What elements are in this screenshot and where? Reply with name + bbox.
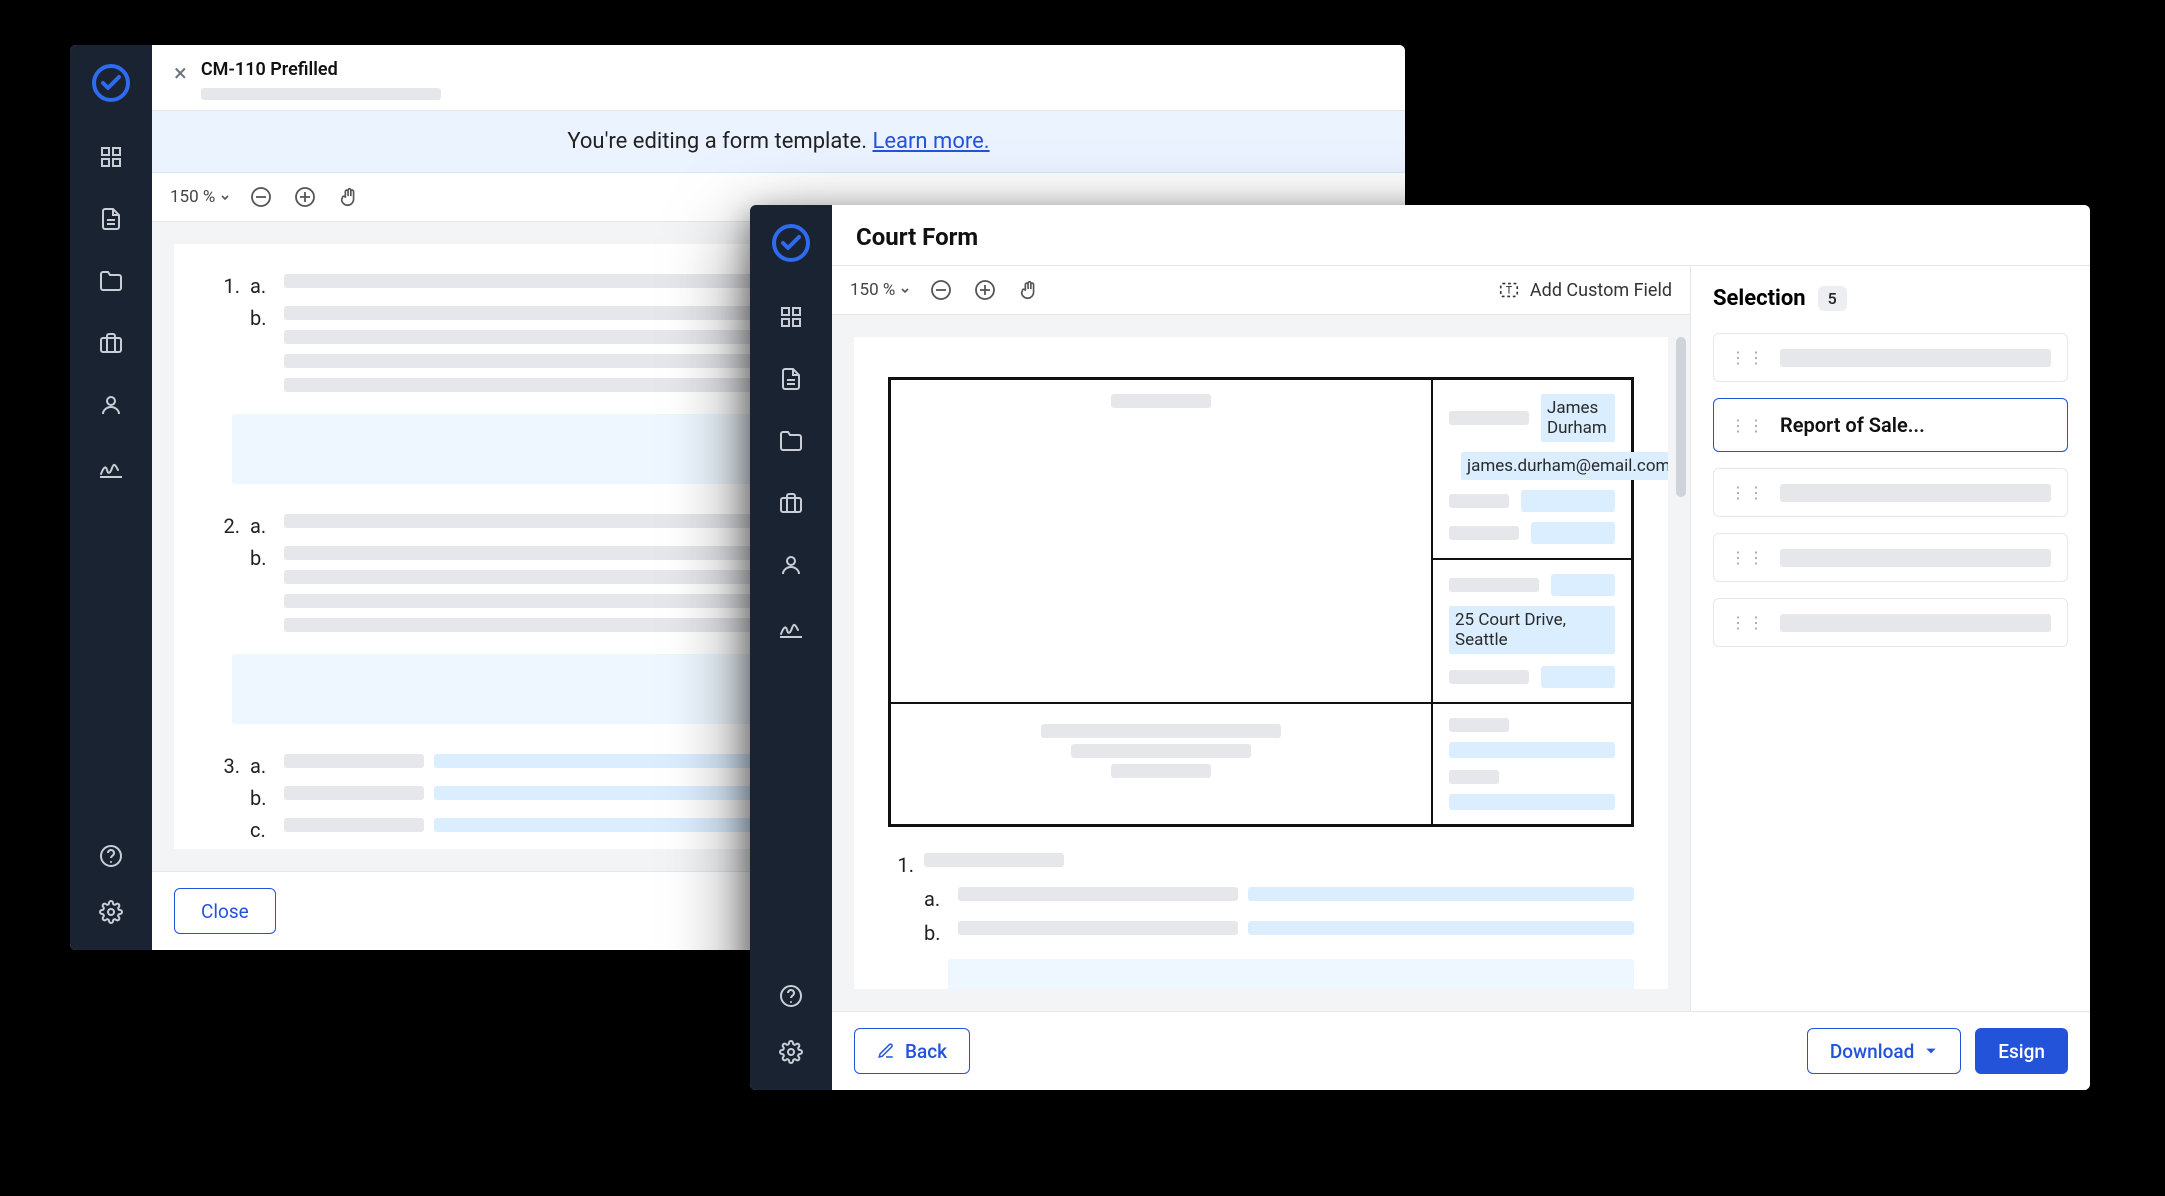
case-number-cell bbox=[890, 379, 1432, 703]
document-icon[interactable] bbox=[777, 365, 805, 393]
selection-item[interactable]: ⋮⋮ bbox=[1713, 598, 2068, 647]
settings-icon[interactable] bbox=[777, 1038, 805, 1066]
form-toolbar: 150 % T Add Custom Field bbox=[832, 266, 1690, 315]
party-info-cell: James Durham james.durham@email.com bbox=[1432, 379, 1632, 559]
back-button[interactable]: Back bbox=[854, 1028, 970, 1074]
form-page: James Durham james.durham@email.com bbox=[854, 337, 1668, 989]
zoom-in-icon[interactable] bbox=[291, 183, 319, 211]
field-placeholder[interactable] bbox=[1531, 522, 1615, 544]
folder-icon[interactable] bbox=[777, 427, 805, 455]
field-placeholder[interactable] bbox=[1521, 490, 1615, 512]
field-placeholder[interactable] bbox=[1449, 742, 1615, 758]
selection-item-placeholder bbox=[1780, 349, 2051, 367]
zoom-in-icon[interactable] bbox=[971, 276, 999, 304]
folder-icon[interactable] bbox=[97, 267, 125, 295]
list-sub: a. bbox=[250, 514, 274, 538]
list-sub: a. bbox=[924, 887, 948, 911]
selection-item-placeholder bbox=[1780, 484, 2051, 502]
list-sub: a. bbox=[250, 754, 274, 778]
help-icon[interactable] bbox=[97, 842, 125, 870]
field-placeholder[interactable] bbox=[1449, 794, 1615, 810]
close-button[interactable]: Close bbox=[174, 888, 276, 934]
hearing-date-cell bbox=[1432, 703, 1632, 825]
sidebar bbox=[750, 205, 832, 1090]
list-sub: b. bbox=[250, 546, 274, 570]
selection-item[interactable]: ⋮⋮ bbox=[1713, 533, 2068, 582]
banner-text: You're editing a form template. bbox=[567, 129, 872, 154]
info-banner: You're editing a form template. Learn mo… bbox=[152, 111, 1405, 173]
add-custom-field-button[interactable]: T Add Custom Field bbox=[1498, 279, 1672, 301]
selection-title: Selection bbox=[1713, 286, 1806, 311]
settings-icon[interactable] bbox=[97, 898, 125, 926]
court-address-field[interactable]: 25 Court Drive, Seattle bbox=[1449, 606, 1615, 654]
pan-hand-icon[interactable] bbox=[335, 183, 363, 211]
selection-item[interactable]: ⋮⋮ Report of Sale... bbox=[1713, 398, 2068, 452]
template-title: CM-110 Prefilled bbox=[201, 59, 441, 80]
sidebar bbox=[70, 45, 152, 950]
list-number: 2. bbox=[214, 514, 240, 538]
signature-icon[interactable] bbox=[97, 453, 125, 481]
zoom-dropdown[interactable]: 150 % bbox=[170, 187, 231, 207]
pan-hand-icon[interactable] bbox=[1015, 276, 1043, 304]
form-title: Court Form bbox=[856, 223, 2066, 251]
zoom-out-icon[interactable] bbox=[247, 183, 275, 211]
scrollbar[interactable] bbox=[1676, 337, 1686, 497]
court-form-grid: James Durham james.durham@email.com bbox=[888, 377, 1634, 827]
case-title-cell bbox=[890, 703, 1432, 825]
list-sub: a. bbox=[250, 274, 274, 298]
party-name-field[interactable]: James Durham bbox=[1541, 394, 1615, 442]
drag-handle-icon[interactable]: ⋮⋮ bbox=[1730, 416, 1766, 435]
selection-item-label: Report of Sale... bbox=[1780, 413, 2051, 437]
list-number: 3. bbox=[214, 754, 240, 778]
list-sub: b. bbox=[250, 786, 274, 810]
help-icon[interactable] bbox=[777, 982, 805, 1010]
list-sub: b. bbox=[250, 306, 274, 330]
field-placeholder[interactable] bbox=[1541, 666, 1615, 688]
form-header: Court Form bbox=[832, 205, 2090, 266]
svg-text:T: T bbox=[1506, 285, 1513, 297]
briefcase-icon[interactable] bbox=[97, 329, 125, 357]
app-logo-icon bbox=[771, 223, 811, 263]
dashboard-icon[interactable] bbox=[97, 143, 125, 171]
fillable-area[interactable] bbox=[948, 959, 1634, 989]
selection-panel: Selection 5 ⋮⋮ ⋮⋮ Report of Sale... ⋮⋮ ⋮⋮ ⋮⋮ bbox=[1690, 266, 2090, 1011]
person-icon[interactable] bbox=[97, 391, 125, 419]
party-email-field[interactable]: james.durham@email.com bbox=[1461, 452, 1668, 480]
learn-more-link[interactable]: Learn more. bbox=[873, 129, 990, 154]
esign-button[interactable]: Esign bbox=[1975, 1028, 2068, 1074]
drag-handle-icon[interactable]: ⋮⋮ bbox=[1730, 483, 1766, 502]
close-icon[interactable]: × bbox=[174, 61, 187, 85]
court-form-window: Court Form 150 % T Add Custom Field bbox=[750, 205, 2090, 1090]
drag-handle-icon[interactable]: ⋮⋮ bbox=[1730, 348, 1766, 367]
briefcase-icon[interactable] bbox=[777, 489, 805, 517]
selection-count-badge: 5 bbox=[1818, 286, 1847, 311]
list-sub: b. bbox=[924, 921, 948, 945]
signature-icon[interactable] bbox=[777, 613, 805, 641]
list-sub: c. bbox=[250, 818, 274, 842]
list-number: 1. bbox=[214, 274, 240, 298]
selection-item-placeholder bbox=[1780, 549, 2051, 567]
app-logo-icon bbox=[91, 63, 131, 103]
drag-handle-icon[interactable]: ⋮⋮ bbox=[1730, 613, 1766, 632]
list-number: 1. bbox=[888, 853, 914, 877]
editor-header: × CM-110 Prefilled bbox=[152, 45, 1405, 111]
dashboard-icon[interactable] bbox=[777, 303, 805, 331]
drag-handle-icon[interactable]: ⋮⋮ bbox=[1730, 548, 1766, 567]
zoom-out-icon[interactable] bbox=[927, 276, 955, 304]
download-button[interactable]: Download bbox=[1807, 1028, 1961, 1074]
document-icon[interactable] bbox=[97, 205, 125, 233]
person-icon[interactable] bbox=[777, 551, 805, 579]
zoom-dropdown[interactable]: 150 % bbox=[850, 280, 911, 300]
court-address-cell: 25 Court Drive, Seattle bbox=[1432, 559, 1632, 703]
field-placeholder[interactable] bbox=[1551, 574, 1615, 596]
form-footer: Back Download Esign bbox=[832, 1011, 2090, 1090]
form-canvas: James Durham james.durham@email.com bbox=[832, 315, 1690, 1011]
selection-item[interactable]: ⋮⋮ bbox=[1713, 468, 2068, 517]
template-subtitle-placeholder bbox=[201, 88, 441, 100]
selection-item[interactable]: ⋮⋮ bbox=[1713, 333, 2068, 382]
selection-item-placeholder bbox=[1780, 614, 2051, 632]
